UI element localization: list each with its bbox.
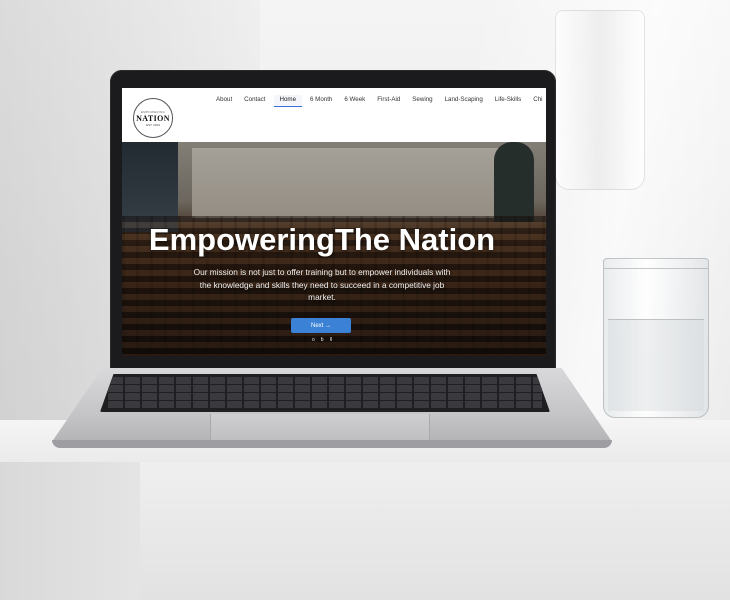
carousel-dot[interactable]: ɓ — [321, 337, 324, 343]
glass-water — [608, 319, 704, 411]
keyboard-row — [108, 393, 542, 400]
nav-item-life-skills[interactable]: Life-Skills — [495, 95, 521, 107]
nav-item-about[interactable]: About — [216, 95, 232, 107]
hero-text: Our mission is not just to offer trainin… — [193, 267, 451, 302]
nav-item-contact[interactable]: Contact — [244, 95, 265, 107]
hero-section: EmpoweringThe Nation Our mission is not … — [122, 142, 546, 356]
nav-item-6-week[interactable]: 6 Week — [344, 95, 365, 107]
nav-item-first-aid[interactable]: First-Aid — [377, 95, 400, 107]
nav-item-land-scaping[interactable]: Land-Scaping — [445, 95, 483, 107]
carousel-dot[interactable]: ¢ — [330, 337, 333, 343]
laptop-screen: EMPOWERING NATION EST. 2023 About Contac… — [122, 88, 546, 356]
water-glass — [603, 258, 709, 418]
site-header: EMPOWERING NATION EST. 2023 About Contac… — [122, 88, 546, 142]
nav-item-truncated[interactable]: Chi — [533, 95, 542, 107]
table-front — [140, 462, 730, 600]
laptop-base-edge — [52, 440, 612, 448]
nav-item-6-month[interactable]: 6 Month — [310, 95, 332, 107]
carousel-dot[interactable]: o — [312, 337, 315, 343]
vase — [555, 10, 645, 190]
next-button[interactable]: Next → — [291, 318, 351, 333]
site-logo[interactable]: EMPOWERING NATION EST. 2023 — [133, 98, 173, 138]
glass-rim — [604, 259, 708, 269]
carousel-indicators: o ɓ ¢ — [312, 337, 332, 343]
keyboard-row — [108, 401, 542, 408]
laptop-keyboard — [100, 374, 550, 412]
main-nav: About Contact Home 6 Month 6 Week First-… — [216, 95, 546, 107]
logo-name: NATION — [136, 113, 170, 123]
hero-title: EmpoweringThe Nation — [148, 222, 496, 257]
keyboard-row — [108, 385, 542, 392]
table-shade — [0, 462, 150, 600]
keyboard-row — [108, 377, 542, 384]
nav-item-sewing[interactable]: Sewing — [412, 95, 432, 107]
logo-est: EST. 2023 — [146, 122, 160, 127]
nav-item-home[interactable]: Home — [273, 95, 303, 107]
